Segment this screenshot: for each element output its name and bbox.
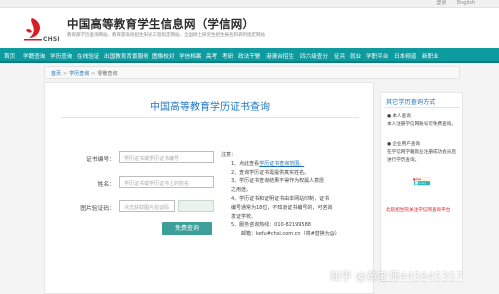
- nav-item-archive[interactable]: 学信档案: [179, 52, 201, 60]
- sidebar-text: 进行学历查询。: [387, 158, 420, 163]
- sidebar-item-enterprise[interactable]: ● 企业用户查询: [387, 141, 420, 148]
- nav-item-japan[interactable]: 日本频道: [394, 52, 416, 60]
- nav-item-conscription[interactable]: 征兵: [334, 52, 345, 60]
- breadcrumb: 首页 > 学历查询 > 零散查询: [44, 66, 460, 79]
- note-line: 邮箱：kefu#chsi.com.cn（将#替换为@）: [241, 231, 340, 238]
- sidebar-title: 其它学历查询方式: [386, 99, 436, 106]
- note-line: 发证学校。: [231, 213, 257, 220]
- nav-item-xueli[interactable]: 学历查询: [50, 52, 72, 60]
- page-title: 中国高等教育学历证书查询: [150, 102, 270, 113]
- main-nav: 首页 学籍查询 学历查询 在线验证 出国教育背景服务 图像校对 学信档案 高考 …: [0, 48, 499, 63]
- nav-item-hmt[interactable]: 港澳台招生: [266, 52, 294, 60]
- query-panel: 中国高等教育学历证书查询 证书编号： 学历证书或学历证书编号 姓名： 学历证书或…: [44, 82, 374, 294]
- cert-number-input[interactable]: 学历证书或学历证书编号: [119, 151, 214, 163]
- query-scope-link[interactable]: 学历证书查询范围。: [259, 161, 304, 167]
- note-line: 编号通常为18位，不知道证书编号的，可咨询: [231, 204, 333, 211]
- free-query-button[interactable]: 免费查询: [162, 222, 212, 235]
- note-line: 2、查询学历证书需提供真实姓名。: [231, 169, 310, 176]
- nav-item-kaoyan[interactable]: 考研: [222, 52, 233, 60]
- note-line: 3、学历证书查询结果不得作为权属人意愿: [231, 178, 325, 185]
- note-line: 5、服务咨询热线：010-82199588: [231, 222, 311, 229]
- recruitment-banner[interactable]: 学信网 聘 就业服务: [387, 177, 457, 209]
- breadcrumb-home[interactable]: 首页: [51, 71, 61, 77]
- logo-text: CHSI: [43, 36, 60, 43]
- captcha-input[interactable]: 点击获取图片验证码: [119, 200, 175, 212]
- site-title: 中国高等教育学生信息网（学信网）: [67, 17, 255, 31]
- nav-item-gaokao[interactable]: 高考: [206, 52, 217, 60]
- title-divider: [61, 117, 359, 118]
- sidebar-divider: [385, 107, 460, 108]
- sidebar: 其它学历查询方式 ● 本人查询 本人注册学信网账号可免费查询。 ● 企业用户查询…: [380, 92, 463, 282]
- name-input[interactable]: 学历证书或学历证书上的姓名: [119, 176, 214, 188]
- sidebar-text: 本人注册学信网账号可免费查询。: [387, 122, 456, 127]
- nav-item-xueji[interactable]: 学籍查询: [23, 52, 45, 60]
- nav-item-new-career[interactable]: 新职业: [422, 52, 439, 60]
- nav-item-online-verify[interactable]: 在线验证: [77, 52, 99, 60]
- site-header: CHSI 中国高等教育学生信息网（学信网） 教育部学历查询网站、教育部高校招生阳…: [0, 8, 499, 48]
- captcha-image[interactable]: [178, 200, 214, 212]
- breadcrumb-level1[interactable]: 学历查询: [69, 71, 89, 77]
- notes-heading: 注意：: [221, 152, 237, 158]
- top-utility-bar: 登录 English: [0, 0, 499, 8]
- notes-panel: 注意： 1、点此查看学历证书查询范围。 2、查询学历证书需提供真实姓名。 3、学…: [221, 151, 371, 239]
- english-link[interactable]: English: [457, 0, 475, 6]
- nav-item-image-check[interactable]: 图像校对: [152, 52, 174, 60]
- login-link[interactable]: 登录: [436, 0, 446, 6]
- breadcrumb-current: 零散查询: [97, 71, 118, 77]
- captcha-label: 图片验证码：: [80, 206, 115, 212]
- note-line: 之用途。: [231, 187, 252, 194]
- nav-item-career[interactable]: 学职平台: [366, 52, 388, 60]
- sidebar-text: 在学信网学籍就业注册成功会员后: [387, 150, 456, 155]
- name-label: 姓名：: [97, 182, 115, 188]
- watermark: 知乎 @黄老师445645357: [330, 270, 463, 283]
- nav-item-cet[interactable]: 四六级查分: [300, 52, 328, 60]
- nav-item-police[interactable]: 政法干警: [238, 52, 260, 60]
- nav-item-home[interactable]: 首页: [4, 52, 15, 60]
- sidebar-item-personal[interactable]: ● 本人查询: [387, 113, 411, 120]
- nav-item-abroad[interactable]: 出国教育背景服务: [104, 52, 149, 60]
- site-subtitle: 教育部学历查询网站、教育部高校招生阳光工程指定网站、全国硕士研究生招生报名和调剂…: [67, 33, 265, 38]
- note-line: 1、点此查看: [231, 160, 260, 167]
- top-links: 登录 English: [427, 0, 475, 6]
- note-line: 4、学历证书和证明证书由本网站印制，证书: [231, 195, 330, 202]
- cert-number-label: 证书编号：: [86, 157, 115, 163]
- nav-item-employment[interactable]: 就业: [350, 52, 361, 60]
- sidebar-footer-link[interactable]: 北航招生院关注学信网查询平台: [386, 207, 450, 214]
